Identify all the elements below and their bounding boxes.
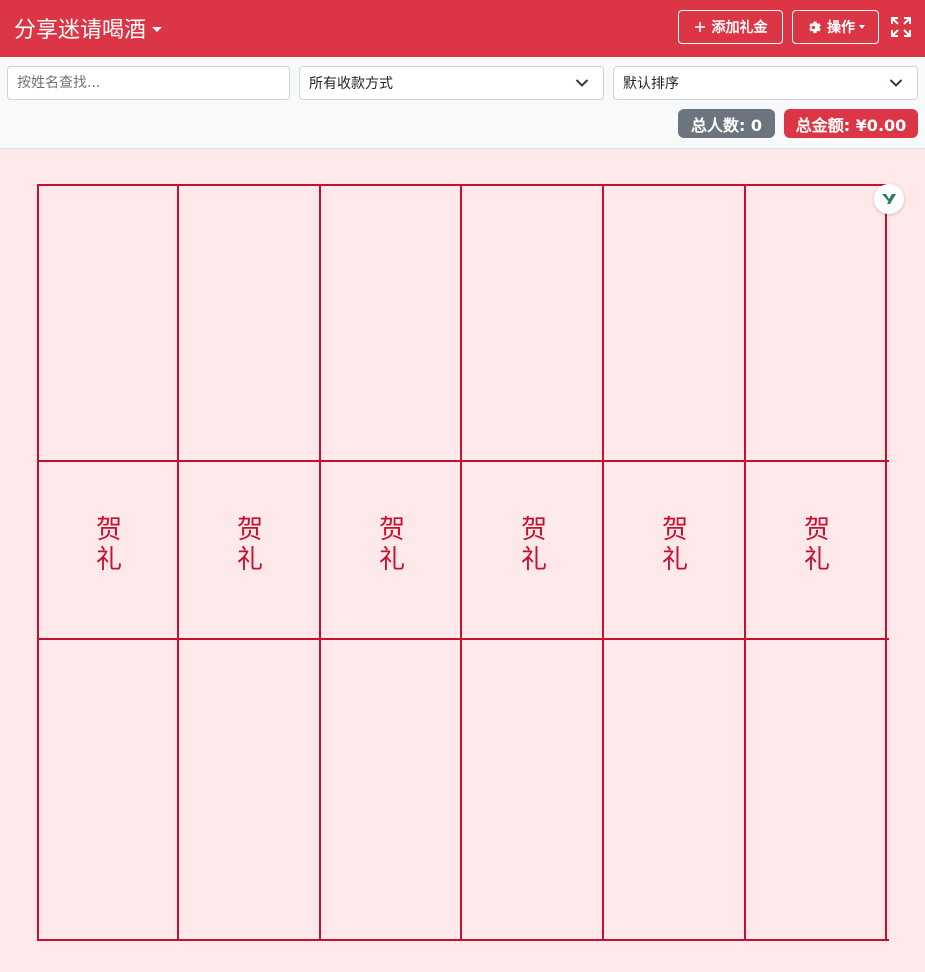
gear-icon xyxy=(806,20,821,35)
fullscreen-icon[interactable] xyxy=(890,16,912,38)
title-dropdown[interactable]: 分享迷请喝酒 xyxy=(14,12,163,44)
add-gift-label: 添加礼金 xyxy=(711,20,768,36)
grid-line xyxy=(744,184,746,941)
plus-icon xyxy=(694,21,706,33)
operations-button[interactable]: 操作 xyxy=(792,10,879,44)
grid-line xyxy=(177,184,179,941)
total-people-badge: 总人数: 0 xyxy=(678,109,775,138)
grid-line xyxy=(319,184,321,941)
payment-method-select[interactable]: 所有收款方式 xyxy=(299,66,604,100)
gift-column-label: 贺礼 xyxy=(803,515,830,575)
grid-line xyxy=(37,460,889,462)
gift-column-label: 贺礼 xyxy=(236,515,263,575)
sort-value: 默认排序 xyxy=(623,76,679,92)
chevron-down-icon xyxy=(575,79,589,87)
gift-column-label: 贺礼 xyxy=(520,515,547,575)
grid-line xyxy=(37,638,889,640)
gift-column-label: 贺礼 xyxy=(378,515,405,575)
filter-bar: 所有收款方式 默认排序 总人数: 0 总金额: ¥0.00 xyxy=(0,57,925,149)
total-amount-badge: 总金额: ¥0.00 xyxy=(784,109,918,138)
search-field[interactable] xyxy=(7,66,290,100)
operations-label: 操作 xyxy=(827,20,855,36)
gift-column-label: 贺礼 xyxy=(661,515,688,575)
sort-select[interactable]: 默认排序 xyxy=(613,66,918,100)
grid-line xyxy=(37,939,889,941)
top-navbar: 分享迷请喝酒 添加礼金 操作 xyxy=(0,0,925,57)
grid-line xyxy=(37,184,889,186)
grid-line xyxy=(885,184,887,941)
caret-down-icon xyxy=(152,26,163,32)
payment-method-value: 所有收款方式 xyxy=(309,76,393,92)
gift-column-label: 贺礼 xyxy=(95,515,122,575)
chevron-down-icon xyxy=(889,79,903,87)
page-title: 分享迷请喝酒 xyxy=(14,18,147,43)
search-input[interactable] xyxy=(17,75,289,91)
grid-line xyxy=(37,184,39,941)
grid-line xyxy=(460,184,462,941)
add-gift-button[interactable]: 添加礼金 xyxy=(678,10,783,44)
grid-line xyxy=(602,184,604,941)
chevron-down-icon xyxy=(859,25,865,29)
plugin-logo-icon[interactable] xyxy=(874,184,904,214)
